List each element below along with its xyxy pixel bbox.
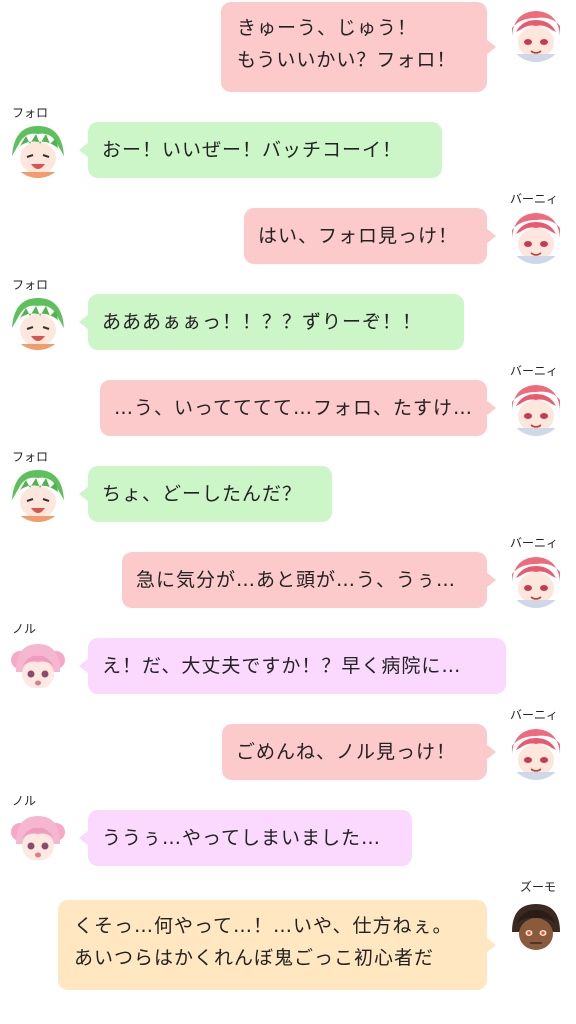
message-line: あいつらはかくれんぼ鬼ごっこ初心者だ (74, 947, 435, 969)
message-line: おー！いいぜー！バッチコーイ！ (102, 139, 403, 161)
foro-avatar-icon[interactable] (10, 466, 66, 522)
message-bubble: ううぅ…やってしまいました… (79, 810, 412, 866)
bunny-avatar-icon[interactable] (508, 208, 564, 264)
bunny-avatar-icon[interactable] (508, 380, 564, 436)
message-line: もういいかい？フォロ！ (237, 49, 457, 71)
speaker-name: バーニィ (510, 536, 559, 550)
message-bubble: きゅーう、じゅう！ もういいかい？フォロ！ (221, 2, 496, 92)
message-line: ごめんね、ノル見っけ！ (236, 741, 457, 763)
message-bubble: ちょ、どーしたんだ？ (79, 466, 332, 522)
chat-message: フォロ あああぁぁっ！！？？ずりーぞ！！ (0, 272, 576, 362)
speaker-name: ズーモ (520, 880, 557, 894)
chat-message: ズーモ くそっ…何やって…！…いや、仕方ねぇ。 あいつらはかくれんぼ鬼ごっこ初心… (0, 874, 576, 1024)
message-bubble: あああぁぁっ！！？？ずりーぞ！！ (79, 294, 464, 350)
message-line: はい、フォロ見っけ！ (258, 225, 459, 247)
message-bubble: え！だ、大丈夫ですか！？早く病院に… (79, 638, 506, 694)
message-line: ううぅ…やってしまいました… (102, 827, 382, 849)
bunny-avatar-icon[interactable] (508, 6, 564, 62)
bunny-avatar-icon[interactable] (508, 724, 564, 780)
speaker-name: バーニィ (510, 708, 559, 722)
foro-avatar-icon[interactable] (10, 122, 66, 178)
chat-message: バーニィ …う、いってててて…フォロ、たすけ… (0, 358, 576, 448)
chat-message: ノル ううぅ…やってしまいました… (0, 788, 576, 878)
foro-avatar-icon[interactable] (10, 294, 66, 350)
message-bubble: はい、フォロ見っけ！ (244, 208, 496, 264)
message-bubble: 急に気分が…あと頭が…う、うぅ… (122, 552, 496, 608)
chat-message: フォロ ちょ、どーしたんだ？ (0, 444, 576, 534)
chat-message: ノル え！だ、大丈夫ですか！？早く病院に… (0, 616, 576, 706)
speaker-name: フォロ (12, 278, 49, 292)
message-bubble: …う、いってててて…フォロ、たすけ… (100, 380, 496, 436)
speaker-name: ノル (12, 622, 37, 636)
message-bubble: ごめんね、ノル見っけ！ (222, 724, 496, 780)
speaker-name: バーニィ (510, 192, 559, 206)
bunny-avatar-icon[interactable] (508, 552, 564, 608)
chat-message: フォロ おー！いいぜー！バッチコーイ！ (0, 100, 576, 190)
speaker-name: フォロ (12, 106, 49, 120)
message-bubble: くそっ…何やって…！…いや、仕方ねぇ。 あいつらはかくれんぼ鬼ごっこ初心者だ (58, 900, 496, 990)
zumo-avatar-icon[interactable] (508, 898, 564, 954)
message-line: あああぁぁっ！！？？ずりーぞ！！ (102, 311, 423, 333)
message-line: 急に気分が…あと頭が…う、うぅ… (136, 569, 457, 591)
chat-message: バーニィ 急に気分が…あと頭が…う、うぅ… (0, 530, 576, 620)
chat-message: バーニィ ごめんね、ノル見っけ！ (0, 702, 576, 792)
message-bubble: おー！いいぜー！バッチコーイ！ (79, 122, 442, 178)
speaker-name: バーニィ (510, 364, 559, 378)
message-line: ちょ、どーしたんだ？ (102, 483, 303, 505)
message-line: え！だ、大丈夫ですか！？早く病院に… (102, 655, 462, 677)
message-line: …う、いってててて…フォロ、たすけ… (114, 397, 474, 419)
message-line: くそっ…何やって…！…いや、仕方ねぇ。 (74, 915, 453, 937)
message-line: きゅーう、じゅう！ (237, 17, 418, 39)
speaker-name: ノル (12, 794, 37, 808)
chat-message: バーニィ はい、フォロ見っけ！ (0, 186, 576, 276)
speaker-name: フォロ (12, 450, 49, 464)
chat-message: きゅーう、じゅう！ もういいかい？フォロ！ (0, 0, 576, 100)
noru-avatar-icon[interactable] (10, 810, 66, 866)
noru-avatar-icon[interactable] (10, 638, 66, 694)
